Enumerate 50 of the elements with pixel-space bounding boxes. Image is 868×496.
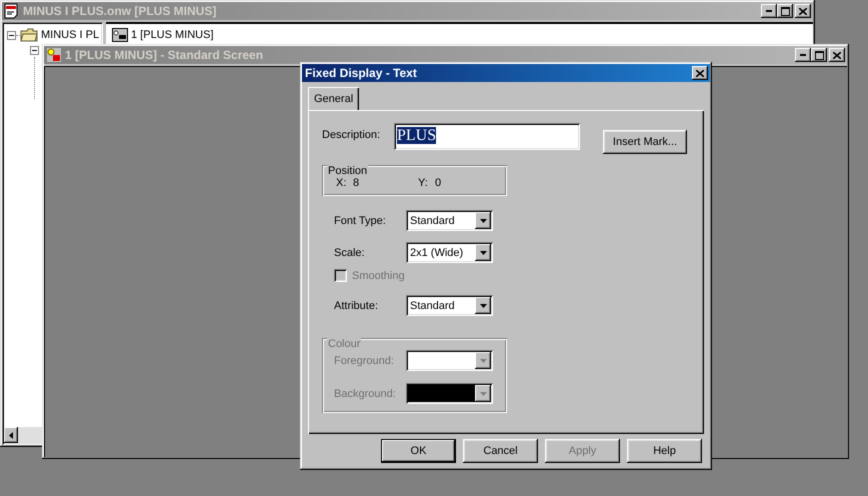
field-label: Scale: bbox=[334, 246, 366, 258]
scroll-left-button[interactable] bbox=[4, 427, 18, 443]
dropdown-arrow-icon bbox=[480, 392, 486, 396]
coordinate-value: 8 bbox=[352, 177, 360, 189]
description-field[interactable]: PLUS bbox=[394, 123, 580, 150]
maximize-icon bbox=[780, 6, 790, 16]
screen-icon bbox=[112, 28, 128, 42]
dialog-button[interactable]: OK bbox=[381, 439, 456, 463]
close-button[interactable] bbox=[692, 66, 708, 80]
insert-mark-button[interactable]: Insert Mark... bbox=[603, 130, 687, 154]
coordinate-value: 0 bbox=[434, 177, 442, 189]
screen-list-item[interactable]: 1 [PLUS MINUS] bbox=[131, 28, 214, 40]
dialog-title: Fixed Display - Text bbox=[304, 66, 418, 80]
folder-icon bbox=[20, 28, 38, 42]
document-icon bbox=[4, 3, 20, 19]
minimize-icon bbox=[800, 54, 806, 56]
close-icon bbox=[799, 8, 807, 14]
dialog-button[interactable]: Help bbox=[627, 439, 702, 463]
dialog-button[interactable]: Cancel bbox=[463, 439, 538, 463]
coordinate-label: X: bbox=[336, 177, 348, 189]
screen-icon bbox=[46, 47, 62, 63]
dropdown[interactable]: Standard bbox=[406, 295, 493, 316]
maximize-icon bbox=[814, 50, 824, 60]
tree-toggle-icon[interactable] bbox=[30, 46, 39, 54]
field-label: Foreground: bbox=[334, 354, 395, 366]
window-title: MINUS I PLUS.onw [PLUS MINUS] bbox=[23, 4, 218, 18]
dropdown-arrow-icon bbox=[480, 304, 486, 308]
dropdown-button[interactable] bbox=[475, 244, 491, 261]
tree-item[interactable]: MINUS I PL bbox=[41, 29, 100, 41]
field-label: Attribute: bbox=[334, 300, 380, 312]
coordinate-label: Y: bbox=[418, 177, 429, 189]
dropdown-arrow-icon bbox=[480, 218, 486, 222]
dropdown-button[interactable] bbox=[475, 297, 491, 314]
field-label: Background: bbox=[334, 388, 397, 400]
close-icon bbox=[833, 52, 841, 58]
minimize-icon bbox=[766, 10, 772, 12]
horizontal-scrollbar[interactable] bbox=[4, 427, 40, 443]
dropdown[interactable]: Standard bbox=[406, 210, 493, 231]
field-label: Description: bbox=[322, 129, 382, 141]
tab[interactable]: General bbox=[308, 87, 360, 110]
field-label: Font Type: bbox=[334, 214, 387, 226]
window-title: 1 [PLUS MINUS] - Standard Screen bbox=[65, 48, 264, 62]
left-arrow-icon bbox=[9, 432, 13, 438]
checkbox-label: Smoothing bbox=[352, 270, 405, 282]
dropdown-button[interactable] bbox=[475, 212, 491, 229]
tree-toggle-icon[interactable] bbox=[7, 30, 16, 40]
close-icon bbox=[696, 70, 704, 76]
dropdown[interactable]: 2x1 (Wide) bbox=[406, 242, 493, 263]
dropdown-arrow-icon bbox=[480, 250, 486, 254]
dropdown-arrow-icon bbox=[480, 358, 486, 362]
